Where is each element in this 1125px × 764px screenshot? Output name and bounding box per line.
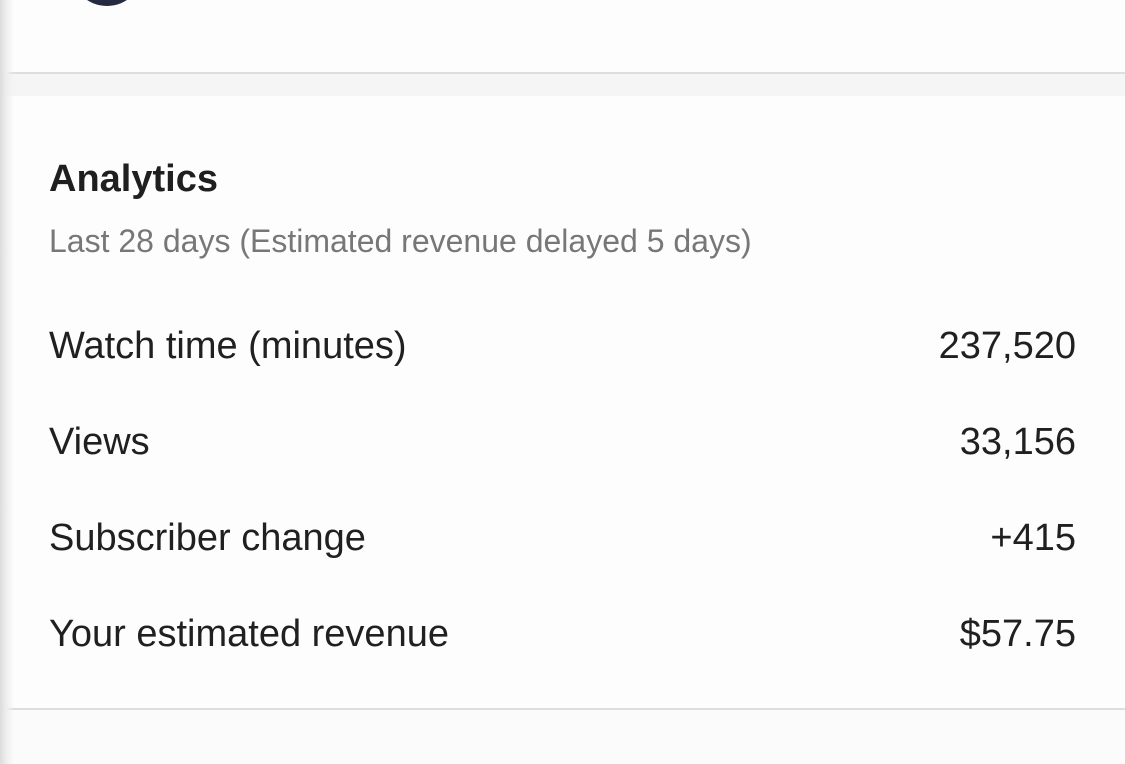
metric-row-estimated-revenue: Your estimated revenue $57.75 [49,606,1076,662]
section-divider [0,74,1125,96]
metric-value: $57.75 [959,613,1076,655]
analytics-subtitle: Last 28 days (Estimated revenue delayed … [49,223,752,259]
metric-value: 237,520 [938,325,1076,367]
avatar[interactable] [70,0,144,6]
metric-row-watch-time: Watch time (minutes) 237,520 [49,318,1076,374]
metric-label: Watch time (minutes) [49,325,407,367]
metric-row-subscriber-change: Subscriber change +415 [49,510,1076,566]
metric-label: Subscriber change [49,517,366,559]
channel-header [0,0,1125,74]
analytics-card[interactable]: Analytics Last 28 days (Estimated revenu… [0,96,1125,710]
drawer-edge-shadow [0,0,14,764]
metric-value: 33,156 [959,421,1076,463]
metric-label: Views [49,421,150,463]
metric-row-views: Views 33,156 [49,414,1076,470]
metric-value: +415 [990,517,1076,559]
next-section [0,710,1125,764]
analytics-title: Analytics [49,158,218,200]
metric-label: Your estimated revenue [49,613,449,655]
